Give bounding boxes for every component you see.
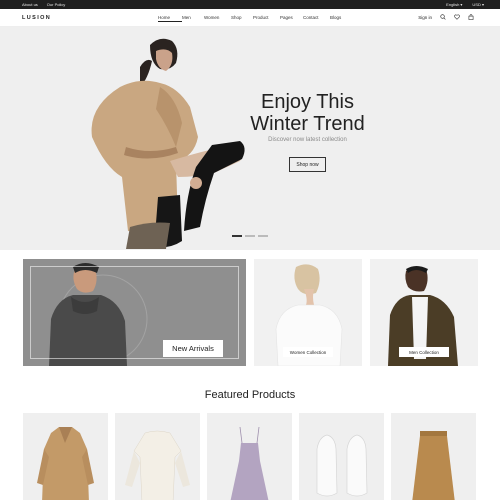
product-image-white-blouse — [125, 430, 190, 500]
nav-item-blogs[interactable]: Blogs — [330, 15, 341, 20]
product-card[interactable] — [391, 413, 476, 500]
women-collection-label[interactable]: Women Collection — [283, 347, 333, 357]
banner-new-arrivals[interactable]: New Arrivals — [23, 259, 246, 366]
slider-dots — [232, 235, 268, 237]
nav-item-shop[interactable]: Shop — [231, 15, 253, 20]
featured-products-title: Featured Products — [204, 389, 296, 401]
product-card[interactable] — [115, 413, 200, 500]
slider-dot-3[interactable] — [258, 235, 268, 237]
top-bar: About us Our Policy English ▾ USD ▾ — [0, 0, 500, 9]
hero-title: Enjoy This Winter Trend — [245, 91, 370, 135]
wishlist-heart-icon[interactable] — [454, 14, 460, 20]
shop-now-button[interactable]: Shop now — [289, 157, 326, 172]
banner-women-collection[interactable]: Women Collection — [254, 259, 362, 366]
hero-title-line-2: Winter Trend — [250, 113, 365, 135]
nav-item-product[interactable]: Product — [253, 15, 280, 20]
nav-item-pages[interactable]: Pages — [280, 15, 303, 20]
main-nav: Home Men Women Shop Product Pages Contac… — [158, 15, 341, 22]
nav-item-home[interactable]: Home — [158, 15, 182, 22]
product-card[interactable] — [207, 413, 292, 500]
currency-select[interactable]: USD ▾ — [472, 2, 484, 7]
product-card[interactable] — [299, 413, 384, 500]
nav-item-men[interactable]: Men — [182, 15, 204, 20]
logo[interactable]: LUSION — [22, 15, 51, 21]
hero-title-line-1: Enjoy This — [260, 91, 354, 113]
men-collection-label[interactable]: Men Collection — [399, 347, 449, 357]
cart-bag-icon[interactable] — [468, 14, 474, 20]
new-arrivals-label[interactable]: New Arrivals — [163, 340, 223, 357]
hero-subtitle: Discover now latest collection — [268, 137, 347, 143]
slider-dot-1[interactable] — [232, 235, 242, 237]
main-header: LUSION Home Men Women Shop Product Pages… — [0, 9, 500, 27]
product-image-camel-coat — [37, 427, 94, 500]
slider-dot-2[interactable] — [245, 235, 255, 237]
topbar-link-about[interactable]: About us — [22, 2, 38, 7]
signin-link[interactable]: Sign in — [418, 15, 432, 20]
product-image-camel-skirt — [412, 431, 455, 500]
language-label: English — [446, 2, 460, 7]
topbar-link-policy[interactable]: Our Policy — [47, 2, 65, 7]
hero-slider: Enjoy This Winter Trend Discover now lat… — [0, 27, 500, 250]
search-icon[interactable] — [440, 14, 446, 20]
banner-men-collection[interactable]: Men Collection — [370, 259, 478, 366]
product-image-white-sneakers — [316, 434, 368, 497]
product-card[interactable] — [23, 413, 108, 500]
nav-item-women[interactable]: Women — [204, 15, 231, 20]
currency-label: USD — [472, 2, 481, 7]
nav-item-contact[interactable]: Contact — [303, 15, 330, 20]
product-image-lilac-dress — [230, 426, 269, 500]
language-select[interactable]: English ▾ — [446, 2, 462, 7]
